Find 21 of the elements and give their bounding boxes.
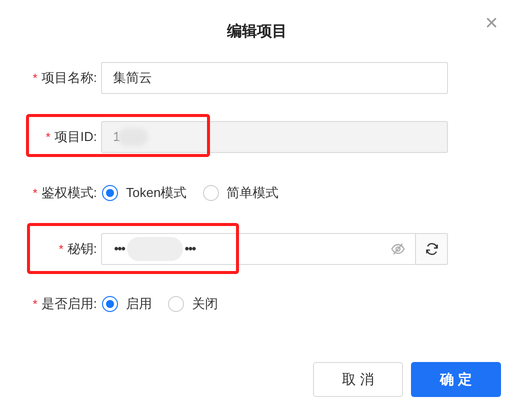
required-mark: *: [58, 241, 64, 258]
radio-option[interactable]: 启用: [102, 294, 152, 314]
field-label: 是否启用:: [41, 295, 97, 314]
refresh-button[interactable]: [416, 233, 448, 265]
cancel-button[interactable]: 取 消: [313, 362, 403, 397]
input-field[interactable]: 集简云: [101, 62, 448, 94]
required-mark: *: [32, 70, 38, 87]
field-label: 鉴权模式:: [41, 184, 97, 202]
required-mark: *: [32, 185, 38, 202]
password-field[interactable]: ••• •••: [101, 233, 416, 265]
required-mark: *: [32, 296, 38, 313]
refresh-icon: [424, 242, 438, 256]
confirm-button[interactable]: 确 定: [411, 362, 501, 397]
dialog-title: 编辑项目: [227, 22, 287, 42]
radio-option[interactable]: Token模式: [102, 183, 187, 203]
required-mark: *: [46, 129, 50, 146]
radio-option[interactable]: 关闭: [168, 294, 218, 314]
field-label: 项目ID:: [54, 128, 97, 146]
field-label: 项目名称:: [41, 69, 97, 88]
radio-option[interactable]: 简单模式: [202, 183, 279, 203]
field-label: 秘钥:: [67, 240, 97, 258]
